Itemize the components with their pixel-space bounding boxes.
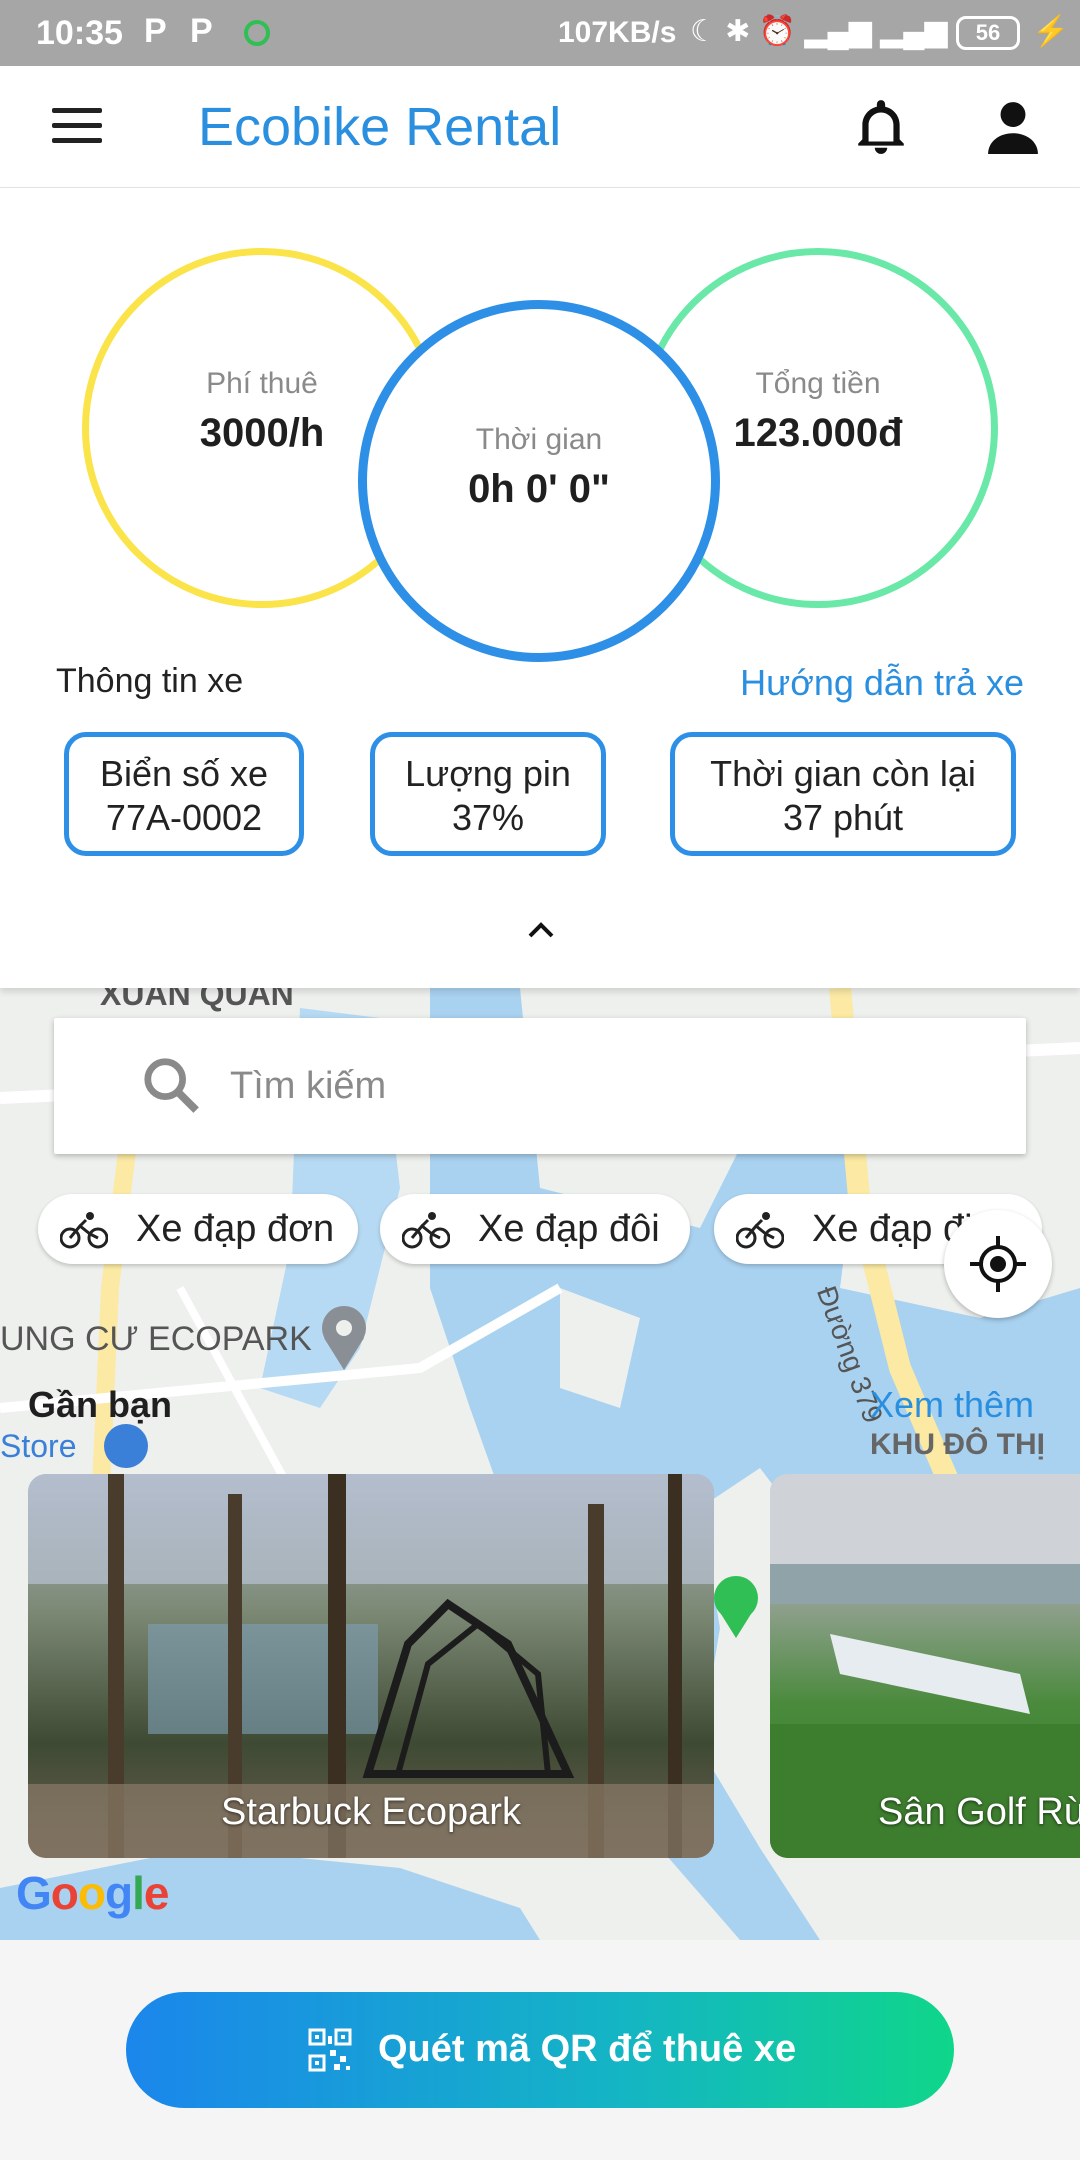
charging-icon: ⚡ <box>1032 15 1070 48</box>
crosshair-icon <box>970 1236 1026 1292</box>
map-label-chung-cu: UNG CƯ ECOPARK <box>0 1320 312 1358</box>
place-card[interactable]: Starbuck Ecopark <box>28 1474 714 1858</box>
time-circle: Thời gian 0h 0' 0" <box>358 300 720 662</box>
nearby-title: Gần bạn <box>28 1384 173 1425</box>
app-title: Ecobike Rental <box>198 97 562 157</box>
status-time: 10:35 <box>36 14 123 52</box>
map-label-store: Store <box>0 1428 77 1464</box>
parking-notification-icon: P <box>144 12 167 50</box>
battery-box: Lượng pin 37% <box>370 732 606 856</box>
search-bar <box>54 1018 1026 1154</box>
place-card[interactable]: Sân Golf Rừng Cọ <box>770 1474 1080 1858</box>
return-guide-link[interactable]: Hướng dẫn trả xe <box>740 662 1024 704</box>
remaining-time-label: Thời gian còn lại <box>710 753 976 794</box>
sync-icon <box>244 20 270 46</box>
chip-label: Xe đạp đơn <box>136 1208 335 1250</box>
status-icons: ☾ ✱ ⏰ ▂▄▆ ▂▄▆ <box>690 15 948 48</box>
chip-double-bike[interactable]: Xe đạp đôi <box>380 1194 690 1264</box>
bell-icon[interactable] <box>856 98 906 156</box>
time-label: Thời gian <box>475 423 603 456</box>
map-label-xuan-quan: XUÂN QUAN <box>100 988 294 1012</box>
user-icon[interactable] <box>988 100 1038 154</box>
place-card-title: Starbuck Ecopark <box>221 1791 521 1833</box>
see-more-link[interactable]: Xem thêm <box>870 1384 1034 1426</box>
scan-qr-button[interactable]: Quét mã QR để thuê xe <box>126 1992 954 2108</box>
qr-code-icon <box>308 2028 352 2072</box>
chevron-up-icon[interactable] <box>526 914 556 944</box>
remaining-time-value: 37 phút <box>782 797 904 838</box>
battery-label: Lượng pin <box>405 753 571 794</box>
app-bar: Ecobike Rental <box>0 66 1080 188</box>
place-card-title: Sân Golf Rừng Cọ <box>878 1791 1080 1833</box>
bike-info-title: Thông tin xe <box>56 662 244 700</box>
chip-single-bike[interactable]: Xe đạp đơn <box>38 1194 358 1264</box>
parking-notification-icon: P <box>190 12 213 50</box>
bike-icon <box>402 1212 450 1249</box>
bike-icon <box>60 1212 108 1249</box>
time-value: 0h 0' 0" <box>468 467 610 511</box>
plate-box: Biển số xe 77A-0002 <box>64 732 304 856</box>
plate-label: Biển số xe <box>99 753 269 794</box>
search-icon <box>144 1058 199 1113</box>
bottom-bar: Quét mã QR để thuê xe <box>0 1940 1080 2160</box>
network-speed: 107KB/s <box>558 16 677 49</box>
search-input[interactable] <box>230 1058 930 1114</box>
chip-label: Xe đạp đôi <box>478 1208 660 1250</box>
google-logo: Google <box>16 1867 169 1919</box>
my-location-button[interactable] <box>944 1210 1052 1318</box>
battery-value: 37% <box>451 797 525 838</box>
plate-value: 77A-0002 <box>105 797 263 838</box>
scan-qr-label: Quét mã QR để thuê xe <box>378 2028 797 2070</box>
status-bar: 10:35 P P 107KB/s ☾ ✱ ⏰ ▂▄▆ ▂▄▆ 56 ⚡ <box>0 0 1080 66</box>
remaining-time-box: Thời gian còn lại 37 phút <box>670 732 1016 856</box>
bike-icon <box>736 1212 784 1249</box>
rental-panel: Phí thuê 3000/h Tổng tiền 123.000đ Thời … <box>0 188 1080 988</box>
map-label-khu-do-thi: KHU ĐÔ THỊ <box>870 1428 1045 1461</box>
battery-icon: 56 <box>956 16 1020 50</box>
map-view[interactable]: XUÂN QUAN UNG CƯ ECOPARK Đường 379 Store… <box>0 988 1080 1940</box>
menu-icon[interactable] <box>52 108 102 144</box>
